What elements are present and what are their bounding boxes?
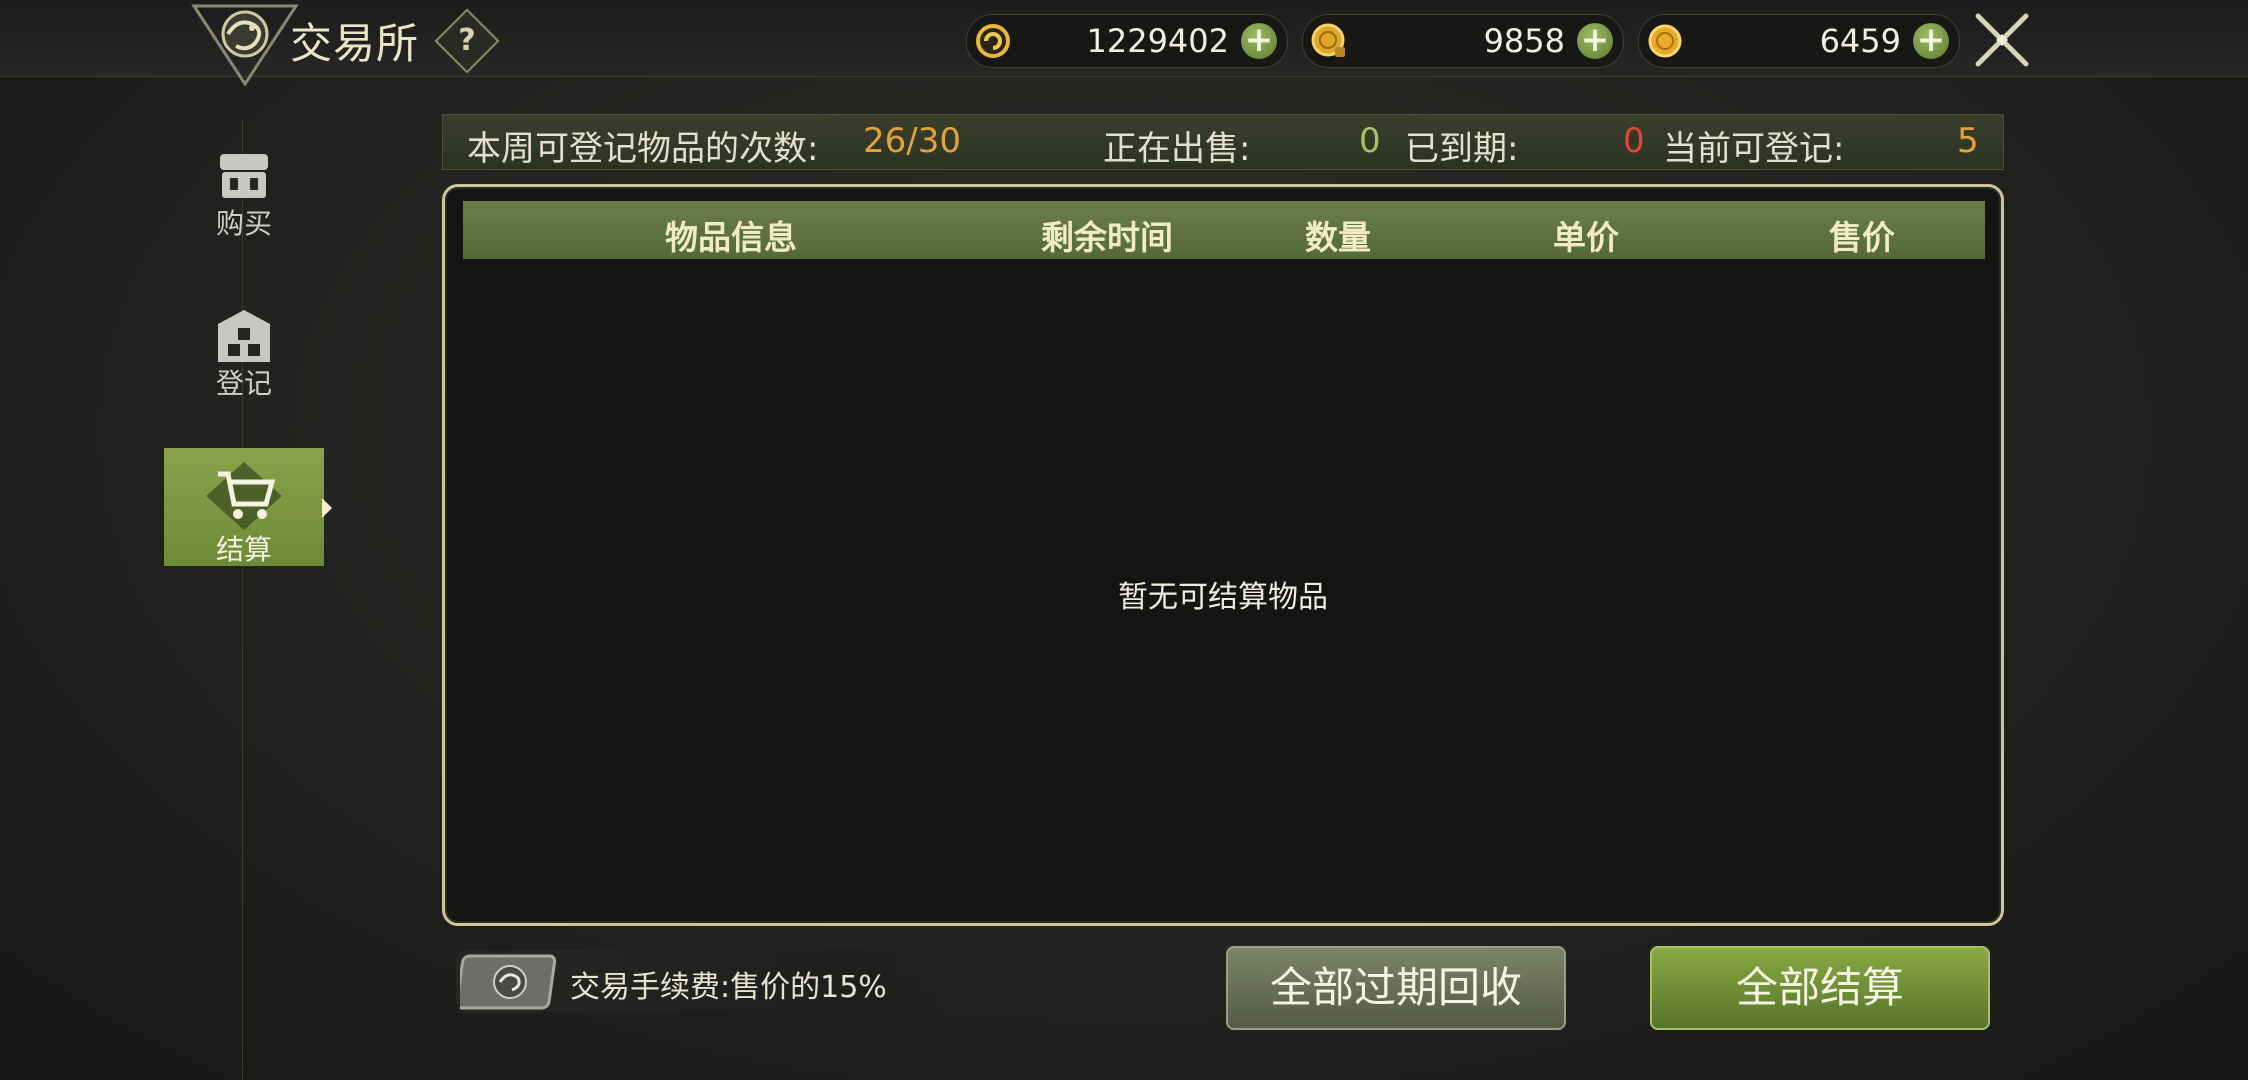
table-header: 物品信息 剩余时间 数量 单价 售价 [463, 201, 1985, 259]
add-currency-refresh-button[interactable]: + [1241, 23, 1277, 59]
selling-label: 正在出售: [1103, 129, 1251, 169]
available-value: 5 [1957, 121, 1979, 161]
page-title: 交易所 [290, 19, 420, 68]
fee-info: 交易手续费:售价的15% [456, 950, 948, 1012]
question-icon: ? [458, 23, 476, 58]
sidebar-item-settle[interactable]: 结算 [164, 448, 324, 566]
settle-all-button[interactable]: 全部结算 [1650, 946, 1990, 1030]
gold-coin-icon [1648, 24, 1682, 58]
column-header: 物品信息 [665, 218, 797, 257]
sidebar-item-register[interactable]: 登记 [164, 294, 324, 414]
currency-gold-value: 6459 [1819, 22, 1901, 60]
settlement-panel: 物品信息 剩余时间 数量 单价 售价 暂无可结算物品 [442, 184, 2004, 926]
weekly-count-label: 本周可登记物品的次数: [467, 129, 819, 169]
sidebar-divider [242, 120, 243, 1080]
cart-icon [206, 462, 282, 530]
empty-state-text: 暂无可结算物品 [1118, 580, 1328, 615]
sidebar-item-label: 结算 [215, 533, 272, 566]
sidebar-item-label: 登记 [215, 367, 272, 400]
fee-badge-icon [460, 954, 557, 1010]
weekly-count-value: 26/30 [863, 121, 961, 161]
dragon-emblem-icon [191, 4, 299, 86]
register-icon [218, 310, 270, 362]
add-currency-gold-button[interactable]: + [1913, 23, 1949, 59]
expired-label: 已到期: [1405, 129, 1519, 169]
sidebar-item-label: 购买 [215, 207, 272, 240]
info-bar: 本周可登记物品的次数: 26/30 正在出售: 0 已到期: 0 当前可登记: … [442, 114, 2004, 170]
expired-value: 0 [1623, 121, 1645, 161]
currency-bound-gold: 9858 + [1302, 14, 1624, 68]
add-currency-bound-gold-button[interactable]: + [1577, 23, 1613, 59]
fee-text: 交易手续费:售价的15% [570, 970, 887, 1005]
currency-refresh-value: 1229402 [1086, 22, 1229, 60]
column-header: 数量 [1305, 218, 1371, 257]
recycle-all-expired-button[interactable]: 全部过期回收 [1226, 946, 1566, 1030]
column-header: 单价 [1553, 218, 1619, 257]
shop-icon [220, 154, 268, 198]
close-icon[interactable] [1972, 10, 2032, 70]
selling-value: 0 [1359, 121, 1381, 161]
currency-refresh: 1229402 + [966, 14, 1288, 68]
refresh-coin-icon [976, 24, 1010, 58]
currency-gold: 6459 + [1638, 14, 1960, 68]
active-indicator [322, 498, 332, 518]
column-header: 剩余时间 [1041, 218, 1173, 257]
currency-bound-gold-value: 9858 [1483, 22, 1565, 60]
sidebar-item-buy[interactable]: 购买 [164, 134, 324, 254]
bound-gold-coin-icon [1311, 23, 1345, 57]
column-header: 售价 [1829, 218, 1895, 257]
available-label: 当前可登记: [1663, 129, 1845, 169]
